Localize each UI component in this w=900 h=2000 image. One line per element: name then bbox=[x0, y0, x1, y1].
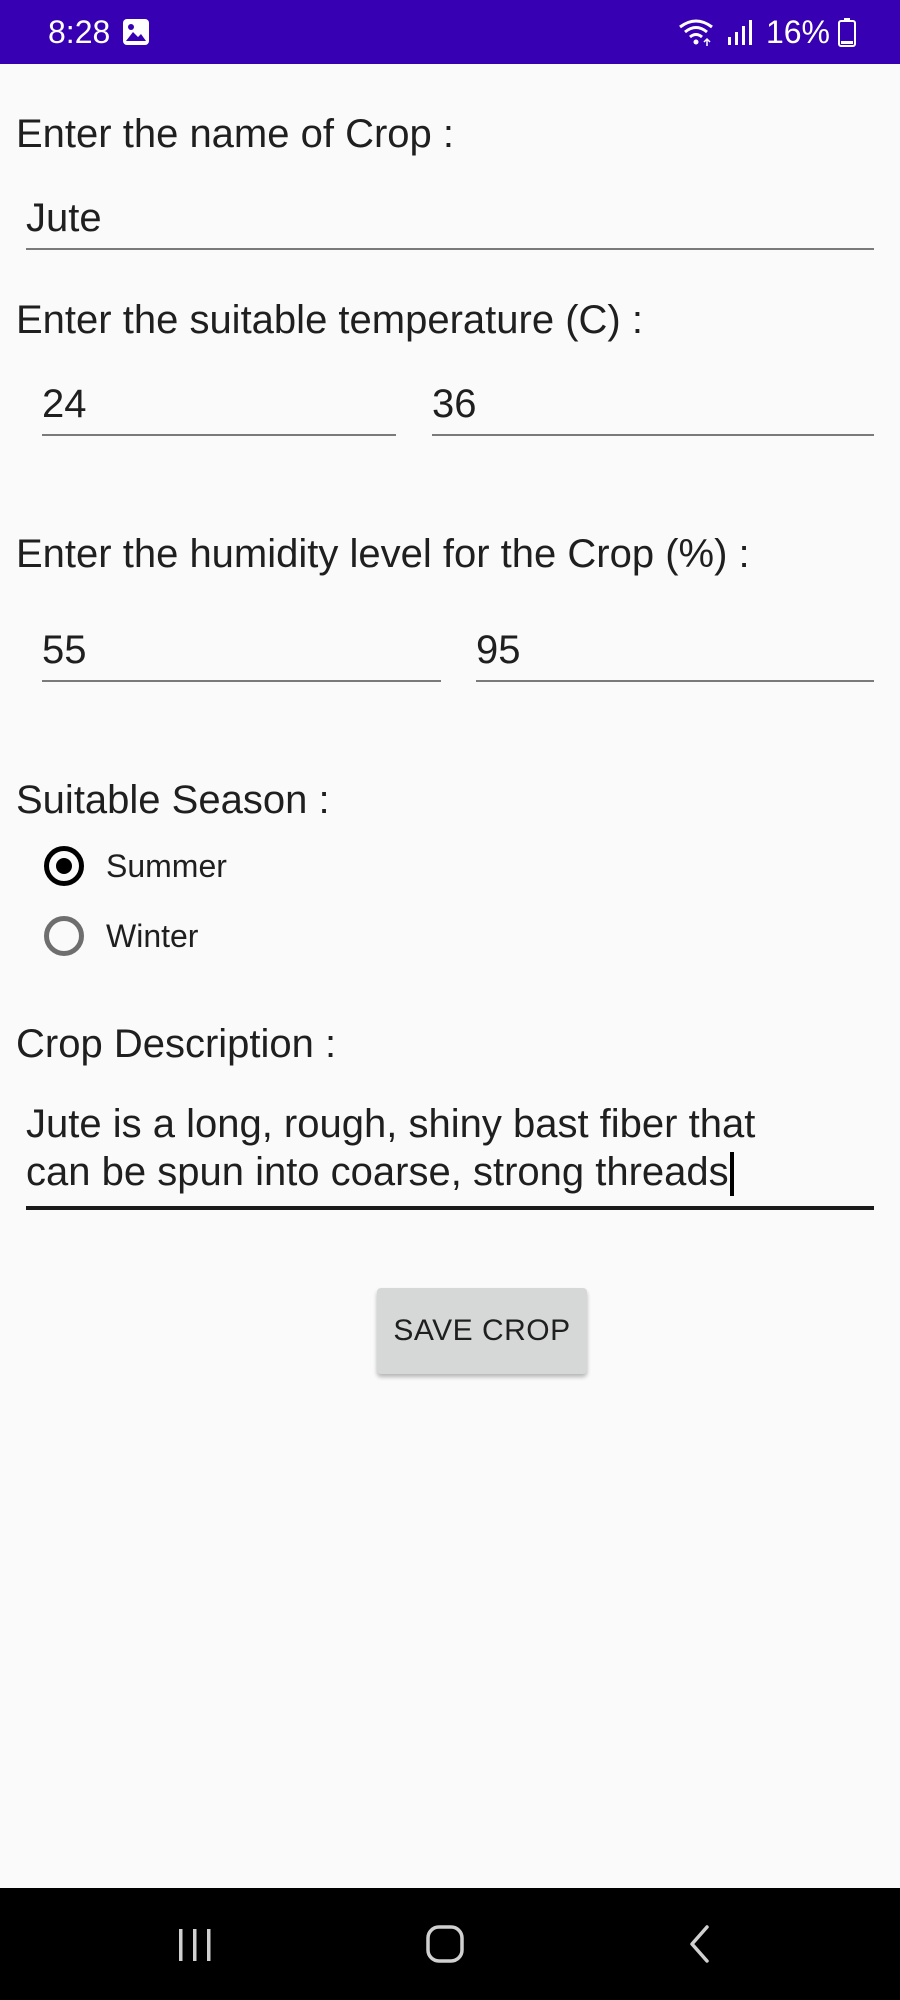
temperature-max-value: 36 bbox=[432, 382, 477, 426]
battery-icon bbox=[838, 17, 856, 47]
crop-name-label: Enter the name of Crop : bbox=[16, 112, 455, 156]
humidity-label: Enter the humidity level for the Crop (%… bbox=[16, 532, 750, 576]
crop-name-value: Jute bbox=[26, 196, 102, 240]
season-label: Suitable Season : bbox=[16, 778, 330, 822]
season-option-summer[interactable]: Summer bbox=[44, 836, 227, 896]
wifi-icon bbox=[678, 17, 714, 47]
radio-unchecked-icon[interactable] bbox=[44, 916, 84, 956]
humidity-max-input[interactable]: 95 bbox=[476, 622, 874, 682]
gallery-icon bbox=[122, 18, 150, 46]
season-option-label: Summer bbox=[106, 848, 227, 884]
season-option-label: Winter bbox=[106, 918, 199, 954]
temperature-label: Enter the suitable temperature (C) : bbox=[16, 298, 643, 342]
recent-apps-icon[interactable] bbox=[165, 1914, 225, 1974]
humidity-max-value: 95 bbox=[476, 628, 521, 672]
status-time: 8:28 bbox=[48, 14, 111, 50]
radio-checked-icon[interactable] bbox=[44, 846, 84, 886]
back-icon[interactable] bbox=[670, 1914, 730, 1974]
crop-name-input[interactable]: Jute bbox=[26, 190, 874, 250]
season-option-winter[interactable]: Winter bbox=[44, 906, 198, 966]
status-indicators: 16% bbox=[678, 12, 856, 52]
navigation-bar bbox=[0, 1888, 900, 2000]
description-label: Crop Description : bbox=[16, 1022, 337, 1066]
humidity-min-input[interactable]: 55 bbox=[42, 622, 441, 682]
radio-dot bbox=[56, 858, 72, 874]
temperature-max-input[interactable]: 36 bbox=[432, 376, 874, 436]
signal-icon bbox=[722, 17, 758, 47]
temperature-min-value: 24 bbox=[42, 382, 87, 426]
description-text: can be spun into coarse, strong threads bbox=[26, 1150, 729, 1194]
description-line: can be spun into coarse, strong threads bbox=[26, 1148, 734, 1197]
status-bar: 8:28 16% bbox=[0, 0, 900, 64]
temperature-min-input[interactable]: 24 bbox=[42, 376, 396, 436]
save-crop-button[interactable]: SAVE CROP bbox=[377, 1288, 587, 1374]
battery-percent: 16% bbox=[765, 14, 830, 50]
humidity-min-value: 55 bbox=[42, 628, 87, 672]
home-icon[interactable] bbox=[415, 1914, 475, 1974]
description-input[interactable]: Jute is a long, rough, shiny bast fiber … bbox=[26, 1096, 874, 1210]
description-line: Jute is a long, rough, shiny bast fiber … bbox=[26, 1100, 755, 1148]
text-caret bbox=[729, 1152, 734, 1197]
description-text: Jute is a long, rough, shiny bast fiber … bbox=[26, 1102, 756, 1146]
